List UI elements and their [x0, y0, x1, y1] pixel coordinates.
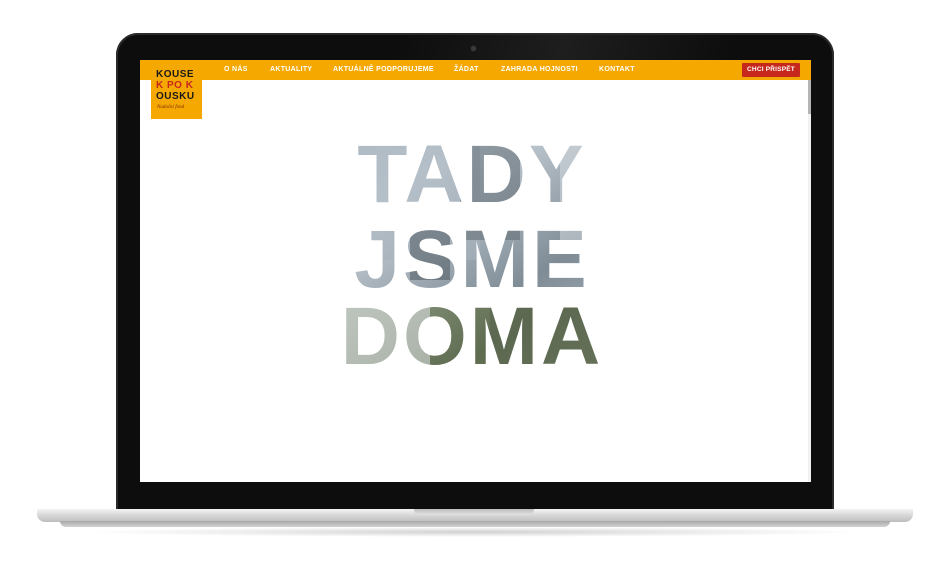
- camera-icon: [471, 46, 476, 51]
- hero-headline: TADY JSME DOMA: [341, 129, 604, 382]
- hero-line-1: TADY: [357, 129, 586, 220]
- scrollbar-track[interactable]: [808, 80, 811, 482]
- laptop-mockup: O NÁS AKTUALITY AKTUÁLNĚ PODPORUJEME ŽÁD…: [0, 0, 948, 570]
- laptop-notch: [414, 509, 534, 515]
- laptop-shadow: [80, 527, 870, 537]
- website-screen: O NÁS AKTUALITY AKTUÁLNĚ PODPORUJEME ŽÁD…: [140, 60, 811, 482]
- hero-line-3: DOMA: [341, 291, 604, 382]
- scrollbar-thumb[interactable]: [808, 80, 811, 114]
